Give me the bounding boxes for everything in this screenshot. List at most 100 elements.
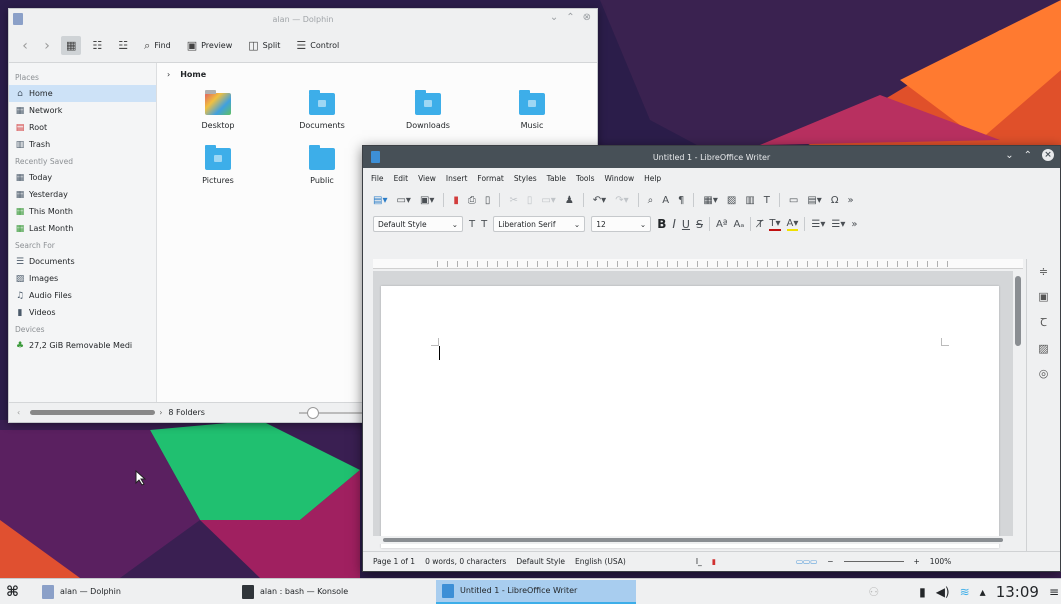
more-formatting-icon[interactable]: » bbox=[851, 219, 857, 230]
font-size-select[interactable]: 12 ⌄ bbox=[591, 216, 652, 232]
clear-formatting-icon[interactable]: T̸ bbox=[757, 219, 763, 230]
close-icon[interactable]: ⊗ bbox=[583, 12, 591, 23]
vertical-scrollbar[interactable] bbox=[1013, 271, 1023, 541]
maximize-icon[interactable]: ⌃ bbox=[566, 12, 574, 23]
menu-styles[interactable]: Styles bbox=[514, 174, 537, 183]
search-documents[interactable]: ☰ Documents bbox=[9, 253, 156, 270]
underline-icon[interactable]: U bbox=[682, 218, 690, 231]
search-audio[interactable]: ♫ Audio Files bbox=[9, 287, 156, 304]
recent-last-month[interactable]: ▦ Last Month bbox=[9, 220, 156, 237]
file-item-music[interactable]: Music bbox=[487, 90, 577, 130]
menu-window[interactable]: Window bbox=[605, 174, 635, 183]
export-pdf-icon[interactable]: ▮ bbox=[453, 195, 459, 206]
scroll-thumb[interactable] bbox=[1015, 276, 1021, 346]
find-replace-icon[interactable]: ⌕ bbox=[648, 195, 654, 206]
forward-icon[interactable]: › bbox=[39, 38, 55, 54]
navigator-icon[interactable]: ◎ bbox=[1039, 367, 1049, 380]
highlight-icon[interactable]: A▾ bbox=[786, 218, 799, 231]
breadcrumb-home[interactable]: Home bbox=[180, 70, 206, 79]
place-trash[interactable]: ▥ Trash bbox=[9, 136, 156, 153]
clone-formatting-icon[interactable]: ♟ bbox=[565, 195, 574, 206]
bold-icon[interactable]: B bbox=[657, 217, 666, 231]
menu-tools[interactable]: Tools bbox=[576, 174, 594, 183]
recent-this-month[interactable]: ▦ This Month bbox=[9, 203, 156, 220]
properties-icon[interactable]: ▣ bbox=[1038, 290, 1048, 303]
bullets-icon[interactable]: ☰▾ bbox=[811, 219, 825, 230]
menu-help[interactable]: Help bbox=[644, 174, 661, 183]
ruler[interactable] bbox=[373, 259, 1023, 269]
scroll-thumb[interactable] bbox=[383, 538, 1003, 542]
battery-icon[interactable]: ▮ bbox=[919, 585, 926, 599]
back-icon[interactable]: ‹ bbox=[17, 38, 33, 54]
recent-today[interactable]: ▦ Today bbox=[9, 169, 156, 186]
wifi-icon[interactable]: ≋ bbox=[960, 585, 970, 599]
minimize-icon[interactable]: ⌄ bbox=[1005, 150, 1013, 161]
writer-titlebar[interactable]: Untitled 1 - LibreOffice Writer ⌄ ⌃ × bbox=[363, 146, 1060, 168]
insert-table-icon[interactable]: ▦▾ bbox=[703, 195, 717, 206]
user-icon[interactable]: ⚇ bbox=[868, 585, 879, 599]
print-icon[interactable]: ⎙ bbox=[468, 195, 476, 206]
view-layout-icon[interactable]: ▭▭▭ bbox=[796, 557, 817, 566]
application-launcher-icon[interactable]: ⌘ bbox=[0, 580, 36, 604]
spelling-icon[interactable]: A bbox=[662, 195, 669, 206]
font-color-icon[interactable]: T▾ bbox=[769, 218, 781, 231]
superscript-icon[interactable]: Aª bbox=[716, 219, 728, 230]
file-item-desktop[interactable]: Desktop bbox=[173, 90, 263, 130]
menu-edit[interactable]: Edit bbox=[394, 174, 409, 183]
preview-button[interactable]: ▣ Preview bbox=[182, 36, 238, 55]
zoom-knob[interactable] bbox=[307, 407, 319, 419]
file-item-downloads[interactable]: Downloads bbox=[383, 90, 473, 130]
split-button[interactable]: ◫ Split bbox=[243, 36, 285, 55]
tray-expand-icon[interactable]: ▴ bbox=[980, 585, 986, 599]
undo-icon[interactable]: ↶▾ bbox=[593, 195, 606, 206]
horizontal-scrollbar[interactable] bbox=[373, 536, 1013, 544]
update-style-icon[interactable]: T bbox=[469, 219, 475, 230]
file-item-pictures[interactable]: Pictures bbox=[173, 145, 263, 185]
volume-icon[interactable]: ◀) bbox=[936, 585, 950, 599]
minimize-icon[interactable]: ⌄ bbox=[550, 12, 558, 23]
special-character-icon[interactable]: Ω bbox=[831, 195, 839, 206]
gallery-icon[interactable]: ▨ bbox=[1038, 342, 1048, 355]
zoom-minus-icon[interactable]: − bbox=[827, 557, 833, 566]
subscript-icon[interactable]: Aₐ bbox=[734, 219, 745, 230]
file-item-public[interactable]: Public bbox=[277, 145, 367, 185]
menu-file[interactable]: File bbox=[371, 174, 384, 183]
save-icon[interactable]: ▣▾ bbox=[420, 195, 434, 206]
place-network[interactable]: ▦ Network bbox=[9, 102, 156, 119]
font-name-select[interactable]: Liberation Serif ⌄ bbox=[493, 216, 586, 232]
menu-table[interactable]: Table bbox=[547, 174, 566, 183]
paste-icon[interactable]: ▭▾ bbox=[541, 195, 555, 206]
menu-format[interactable]: Format bbox=[477, 174, 503, 183]
task-writer[interactable]: Untitled 1 - LibreOffice Writer bbox=[436, 579, 636, 604]
dolphin-titlebar[interactable]: alan — Dolphin ⌄ ⌃ ⊗ bbox=[9, 9, 597, 29]
open-icon[interactable]: ▭▾ bbox=[396, 195, 410, 206]
cut-icon[interactable]: ✂ bbox=[509, 195, 517, 206]
formatting-marks-icon[interactable]: ¶ bbox=[678, 195, 684, 206]
language[interactable]: English (USA) bbox=[575, 557, 626, 566]
document-page[interactable] bbox=[381, 286, 999, 548]
menu-insert[interactable]: Insert bbox=[446, 174, 468, 183]
insert-mode-icon[interactable]: I_ bbox=[696, 557, 702, 566]
menu-view[interactable]: View bbox=[418, 174, 436, 183]
task-konsole[interactable]: alan : bash — Konsole bbox=[236, 580, 436, 604]
print-preview-icon[interactable]: ▯ bbox=[485, 195, 491, 206]
zoom-plus-icon[interactable]: + bbox=[914, 557, 920, 566]
task-dolphin[interactable]: alan — Dolphin bbox=[36, 580, 236, 604]
search-images[interactable]: ▨ Images bbox=[9, 270, 156, 287]
page-style[interactable]: Default Style bbox=[516, 557, 565, 566]
close-icon[interactable]: × bbox=[1042, 149, 1054, 161]
page-count[interactable]: Page 1 of 1 bbox=[373, 557, 415, 566]
menu-icon[interactable]: ≡ bbox=[1049, 585, 1059, 599]
place-home[interactable]: ⌂ Home bbox=[9, 85, 156, 102]
insert-field-icon[interactable]: ▤▾ bbox=[807, 195, 821, 206]
new-style-icon[interactable]: T bbox=[481, 219, 487, 230]
recent-yesterday[interactable]: ▦ Yesterday bbox=[9, 186, 156, 203]
strikethrough-icon[interactable]: S bbox=[696, 218, 703, 231]
search-videos[interactable]: ▮ Videos bbox=[9, 304, 156, 321]
word-count[interactable]: 0 words, 0 characters bbox=[425, 557, 506, 566]
paragraph-style-select[interactable]: Default Style ⌄ bbox=[373, 216, 463, 232]
details-view-button[interactable]: ☳ bbox=[113, 36, 133, 55]
insert-textbox-icon[interactable]: T bbox=[764, 195, 770, 206]
file-item-documents[interactable]: Documents bbox=[277, 90, 367, 130]
zoom-level[interactable]: 100% bbox=[930, 557, 951, 566]
